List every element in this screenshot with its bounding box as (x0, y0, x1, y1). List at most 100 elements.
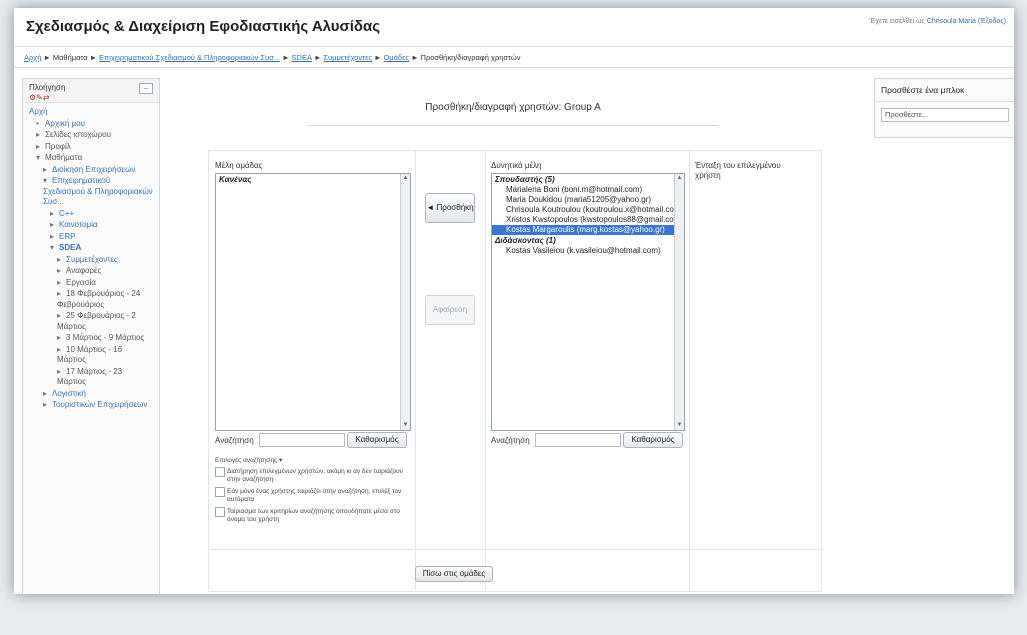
expanded-arrow-icon[interactable]: ▾ (36, 153, 45, 164)
collapsed-arrow-icon[interactable]: ▸ (57, 289, 66, 300)
nav-item[interactable]: ▸ 25 Φεβρουάριος - 2 Μάρτιος (29, 311, 153, 332)
option3-checkbox[interactable] (215, 507, 225, 517)
members-search-input[interactable] (259, 433, 345, 447)
option2-checkbox[interactable] (215, 487, 225, 497)
potential-clear-button[interactable]: Καθαρισμός (623, 432, 683, 448)
nav-item-label[interactable]: Σελίδες ιστοχώρου (45, 130, 111, 139)
nav-item-label[interactable]: Εργασία (66, 278, 96, 287)
collapsed-arrow-icon[interactable]: ▸ (43, 389, 52, 400)
collapse-block-icon[interactable]: – (139, 83, 153, 94)
remove-button[interactable]: Αφαίρεση (425, 295, 475, 325)
nav-item-label[interactable]: Αρχική μου (45, 119, 85, 128)
nav-item-label[interactable]: Αναφορές (66, 266, 101, 275)
nav-item[interactable]: ▸ ERP (29, 232, 153, 243)
nav-item[interactable]: ▸ Προφίλ (29, 142, 153, 153)
nav-item-label[interactable]: Διοίκηση Επιχειρήσεων (52, 165, 135, 174)
expanded-arrow-icon[interactable]: ▾ (43, 176, 52, 187)
nav-item-label[interactable]: 18 Φεβρουάριος - 24 Φεβρουάριος (57, 289, 140, 309)
potential-scrollbar[interactable]: ▲ ▼ (674, 174, 684, 430)
collapsed-arrow-icon[interactable]: ▸ (50, 220, 59, 231)
nav-item-label[interactable]: 3 Μάρτιος - 9 Μάρτιος (66, 333, 144, 342)
nav-item[interactable]: ▸ Εργασία (29, 278, 153, 289)
members-clear-button[interactable]: Καθαρισμός (347, 432, 407, 448)
bullet-icon[interactable]: • (36, 119, 45, 130)
nav-item[interactable]: • Αρχική μου (29, 119, 153, 130)
nav-item[interactable]: ▸ C++ (29, 209, 153, 220)
breadcrumb-item[interactable]: Επιχειρηματικού Σχεδιασμού & Πληροφοριακ… (99, 53, 280, 62)
nav-item-label[interactable]: Αρχή (29, 107, 48, 116)
option1-checkbox[interactable] (215, 467, 225, 477)
members-listbox[interactable]: Κανένας ▲ ▼ (215, 173, 411, 431)
collapsed-arrow-icon[interactable]: ▸ (57, 255, 66, 266)
user-option[interactable]: Marialena Boni (boni.m@hotmail.com) (492, 185, 684, 195)
collapsed-arrow-icon[interactable]: ▸ (36, 130, 45, 141)
collapsed-arrow-icon[interactable]: ▸ (57, 345, 66, 356)
nav-item[interactable]: ▸ Τουριστικών Επιχειρήσεων (29, 400, 153, 411)
scroll-down-icon[interactable]: ▼ (676, 422, 683, 429)
nav-item[interactable]: ▾ SDEA (29, 243, 153, 254)
breadcrumb-item[interactable]: Αρχή (24, 53, 41, 62)
members-empty-label: Κανένας (219, 175, 252, 184)
nav-item-label[interactable]: ERP (59, 232, 75, 241)
nav-item[interactable]: ▸ 17 Μάρτιος - 23 Μάρτιος (29, 367, 153, 388)
user-option[interactable]: Xristos Kwstopoulos (kwstopoulos88@gmail… (492, 215, 684, 225)
nav-item[interactable]: Αρχή (29, 107, 153, 118)
nav-item-label[interactable]: Επιχειρηματικού Σχεδιασμού & Πληροφοριακ… (43, 176, 153, 206)
expanded-arrow-icon[interactable]: ▾ (50, 243, 59, 254)
scroll-up-icon[interactable]: ▲ (402, 175, 409, 182)
nav-item-label[interactable]: Προφίλ (45, 142, 71, 151)
scroll-up-icon[interactable]: ▲ (676, 175, 683, 182)
nav-item-label[interactable]: 17 Μάρτιος - 23 Μάρτιος (57, 367, 122, 387)
collapsed-arrow-icon[interactable]: ▸ (50, 209, 59, 220)
collapsed-arrow-icon[interactable]: ▸ (57, 278, 66, 289)
nav-item[interactable]: ▸ 18 Φεβρουάριος - 24 Φεβρουάριος (29, 289, 153, 310)
collapsed-arrow-icon[interactable]: ▸ (36, 142, 45, 153)
user-option[interactable]: Kostas Vasileiou (k.vasileiou@hotmail.co… (492, 246, 684, 256)
nav-item-label[interactable]: Μαθήματα (45, 153, 82, 162)
breadcrumb-item[interactable]: Συμμετέχοντες (323, 53, 372, 62)
nav-item-label[interactable]: 25 Φεβρουάριος - 2 Μάρτιος (57, 311, 136, 331)
scroll-down-icon[interactable]: ▼ (402, 422, 409, 429)
collapsed-arrow-icon[interactable]: ▸ (57, 266, 66, 277)
potential-listbox[interactable]: Σπουδαστής (5) Marialena Boni (boni.m@hot… (491, 173, 685, 431)
search-options-toggle[interactable]: Επιλογές αναζήτησης ▾ (215, 457, 282, 465)
nav-item[interactable]: ▸ Αναφορές (29, 266, 153, 277)
nav-item-label[interactable]: SDEA (59, 243, 81, 252)
nav-item-label[interactable]: Καινοτομία (59, 220, 97, 229)
nav-item-label[interactable]: C++ (59, 209, 74, 218)
nav-item[interactable]: ▸ Καινοτομία (29, 220, 153, 231)
potential-search-input[interactable] (535, 433, 621, 447)
collapsed-arrow-icon[interactable]: ▸ (57, 311, 66, 322)
nav-item[interactable]: ▸ Συμμετέχοντες (29, 255, 153, 266)
collapsed-arrow-icon[interactable]: ▸ (57, 333, 66, 344)
nav-item-label[interactable]: Συμμετέχοντες (66, 255, 118, 264)
collapsed-arrow-icon[interactable]: ▸ (43, 165, 52, 176)
add-block-title: Προσθέστε ένα μπλοκ (875, 79, 1014, 102)
main-content: Προσθήκη/διαγραφή χρηστών: Group A Μέλη … (198, 78, 828, 594)
members-scrollbar[interactable]: ▲ ▼ (400, 174, 410, 430)
nav-item[interactable]: ▸ Σελίδες ιστοχώρου (29, 130, 153, 141)
breadcrumb-item[interactable]: SDEA (292, 53, 312, 62)
user-option[interactable]: Maria Doukidou (maria51205@yahoo.gr) (492, 195, 684, 205)
nav-item[interactable]: ▾ Επιχειρηματικού Σχεδιασμού & Πληροφορια… (29, 176, 153, 208)
add-block-select[interactable]: Προσθέστε... (881, 108, 1009, 122)
nav-item-label[interactable]: Τουριστικών Επιχειρήσεων (52, 400, 147, 409)
back-to-groups-button[interactable]: Πίσω στις ομάδες (415, 566, 493, 582)
nav-item-label[interactable]: 10 Μάρτιος - 16 Μάρτιος (57, 345, 122, 365)
nav-item[interactable]: ▾ Μαθήματα (29, 153, 153, 164)
user-option[interactable]: Kostas Margaroulis (marg.kostas@yahoo.gr… (492, 225, 684, 235)
nav-item[interactable]: ▸ Διοίκηση Επιχειρήσεων (29, 165, 153, 176)
nav-item[interactable]: ▸ 3 Μάρτιος - 9 Μάρτιος (29, 333, 153, 344)
page-heading: Προσθήκη/διαγραφή χρηστών: Group A (425, 102, 601, 113)
collapsed-arrow-icon[interactable]: ▸ (43, 400, 52, 411)
logged-user-link[interactable]: Chrisoula Maria (Έξοδος) (927, 18, 1006, 25)
collapsed-arrow-icon[interactable]: ▸ (50, 232, 59, 243)
nav-item-label[interactable]: Λογιστική (52, 389, 86, 398)
block-icons[interactable]: ⚙✎⇄ (29, 93, 153, 102)
add-button[interactable]: ◄ Προσθήκη (425, 193, 475, 223)
breadcrumb-item[interactable]: Ομάδες (383, 53, 409, 62)
user-option[interactable]: Chrisoula Koutroulou (koutroulou.x@hotma… (492, 205, 684, 215)
nav-item[interactable]: ▸ 10 Μάρτιος - 16 Μάρτιος (29, 345, 153, 366)
nav-item[interactable]: ▸ Λογιστική (29, 389, 153, 400)
collapsed-arrow-icon[interactable]: ▸ (57, 367, 66, 378)
